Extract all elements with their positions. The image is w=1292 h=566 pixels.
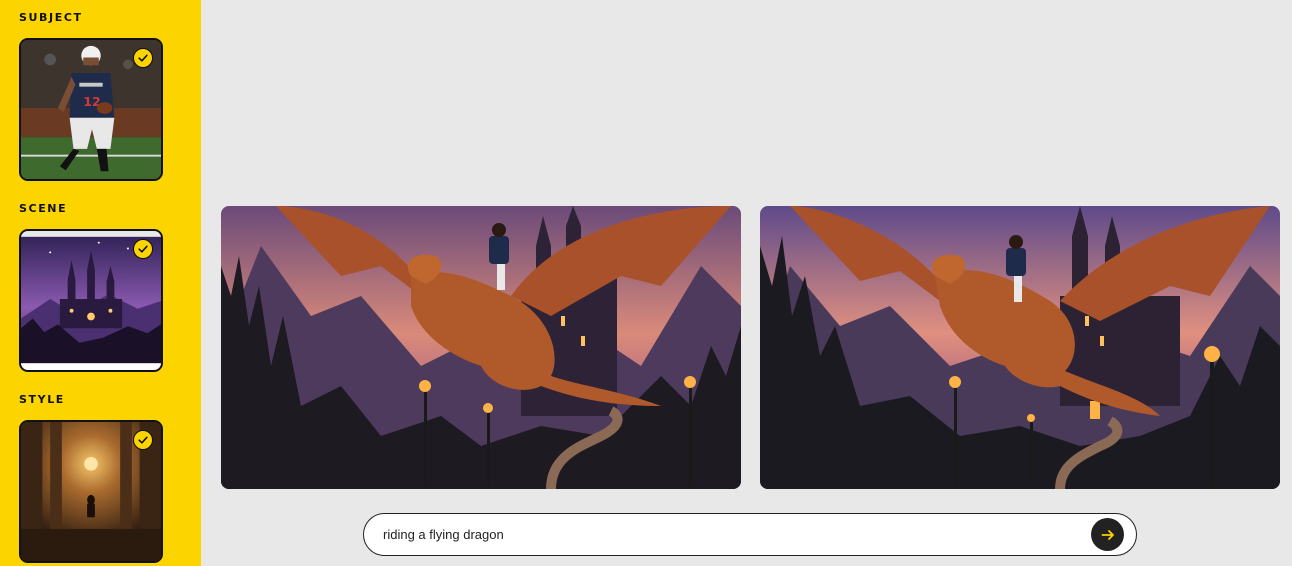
prompt-input[interactable] <box>383 514 1083 554</box>
submit-button[interactable] <box>1091 518 1124 551</box>
subject-thumbnail[interactable]: 12 <box>19 38 163 181</box>
arrow-right-icon <box>1101 529 1114 540</box>
subject-label: SUBJECT <box>19 11 83 24</box>
dragon-castle-image <box>221 206 741 489</box>
style-thumbnail[interactable] <box>19 420 163 563</box>
generated-image-2[interactable] <box>760 206 1280 489</box>
check-circle-icon <box>133 430 153 450</box>
sidebar: SUBJECT 12 SCENE STYLE <box>0 0 201 566</box>
dragon-castle-image <box>760 206 1280 489</box>
check-circle-icon <box>133 48 153 68</box>
style-label: STYLE <box>19 393 65 406</box>
scene-label: SCENE <box>19 202 68 215</box>
prompt-bar <box>363 513 1137 556</box>
generated-image-1[interactable] <box>221 206 741 489</box>
check-circle-icon <box>133 239 153 259</box>
scene-thumbnail[interactable] <box>19 229 163 372</box>
